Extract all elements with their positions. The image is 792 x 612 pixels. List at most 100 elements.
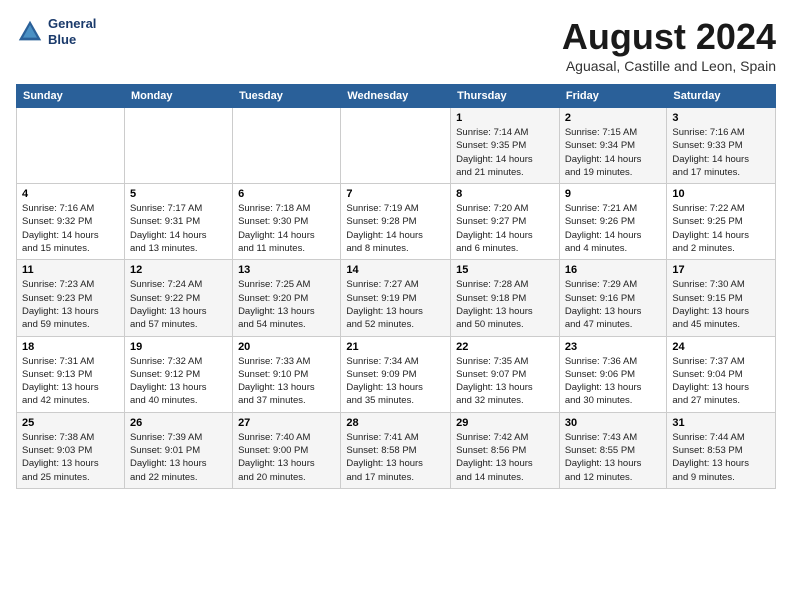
weekday-row: SundayMondayTuesdayWednesdayThursdayFrid… xyxy=(17,85,776,108)
calendar-cell: 7 Sunrise: 7:19 AMSunset: 9:28 PMDaylight… xyxy=(341,184,451,260)
calendar-cell: 3 Sunrise: 7:16 AMSunset: 9:33 PMDaylight… xyxy=(667,108,776,184)
day-info: Sunrise: 7:25 AMSunset: 9:20 PMDaylight:… xyxy=(238,278,335,331)
day-info: Sunrise: 7:37 AMSunset: 9:04 PMDaylight:… xyxy=(672,355,770,408)
day-info: Sunrise: 7:21 AMSunset: 9:26 PMDaylight:… xyxy=(565,202,662,255)
logo: General Blue xyxy=(16,16,96,47)
day-number: 2 xyxy=(565,112,662,124)
day-info: Sunrise: 7:35 AMSunset: 9:07 PMDaylight:… xyxy=(456,355,554,408)
day-info: Sunrise: 7:34 AMSunset: 9:09 PMDaylight:… xyxy=(346,355,445,408)
day-number: 14 xyxy=(346,264,445,276)
title-area: August 2024 Aguasal, Castille and Leon, … xyxy=(562,16,776,74)
day-info: Sunrise: 7:17 AMSunset: 9:31 PMDaylight:… xyxy=(130,202,227,255)
calendar-cell: 25 Sunrise: 7:38 AMSunset: 9:03 PMDayligh… xyxy=(17,412,125,488)
calendar-cell: 29 Sunrise: 7:42 AMSunset: 8:56 PMDayligh… xyxy=(451,412,560,488)
day-info: Sunrise: 7:29 AMSunset: 9:16 PMDaylight:… xyxy=(565,278,662,331)
day-number: 1 xyxy=(456,112,554,124)
calendar-cell: 21 Sunrise: 7:34 AMSunset: 9:09 PMDayligh… xyxy=(341,336,451,412)
day-number: 20 xyxy=(238,341,335,353)
calendar-cell: 19Sunrise: 7:32 AMSunset: 9:12 PMDayligh… xyxy=(124,336,232,412)
day-info: Sunrise: 7:19 AMSunset: 9:28 PMDaylight:… xyxy=(346,202,445,255)
calendar-cell: 8 Sunrise: 7:20 AMSunset: 9:27 PMDaylight… xyxy=(451,184,560,260)
calendar-cell: 17 Sunrise: 7:30 AMSunset: 9:15 PMDayligh… xyxy=(667,260,776,336)
day-number: 21 xyxy=(346,341,445,353)
day-info: Sunrise: 7:24 AMSunset: 9:22 PMDaylight:… xyxy=(130,278,227,331)
day-number: 11 xyxy=(22,264,119,276)
calendar-cell: 10 Sunrise: 7:22 AMSunset: 9:25 PMDayligh… xyxy=(667,184,776,260)
day-info: Sunrise: 7:23 AMSunset: 9:23 PMDaylight:… xyxy=(22,278,119,331)
calendar-cell: 20 Sunrise: 7:33 AMSunset: 9:10 PMDayligh… xyxy=(233,336,341,412)
calendar-cell: 1 Sunrise: 7:14 AMSunset: 9:35 PMDaylight… xyxy=(451,108,560,184)
month-title: August 2024 xyxy=(562,16,776,58)
day-info: Sunrise: 7:38 AMSunset: 9:03 PMDaylight:… xyxy=(22,431,119,484)
calendar-cell: 14 Sunrise: 7:27 AMSunset: 9:19 PMDayligh… xyxy=(341,260,451,336)
calendar-cell: 6 Sunrise: 7:18 AMSunset: 9:30 PMDaylight… xyxy=(233,184,341,260)
day-info: Sunrise: 7:14 AMSunset: 9:35 PMDaylight:… xyxy=(456,126,554,179)
logo-icon xyxy=(16,18,44,46)
weekday-header: Friday xyxy=(559,85,667,108)
calendar-cell: 12 Sunrise: 7:24 AMSunset: 9:22 PMDayligh… xyxy=(124,260,232,336)
calendar-cell: 16 Sunrise: 7:29 AMSunset: 9:16 PMDayligh… xyxy=(559,260,667,336)
calendar-cell: 13 Sunrise: 7:25 AMSunset: 9:20 PMDayligh… xyxy=(233,260,341,336)
weekday-header: Tuesday xyxy=(233,85,341,108)
day-info: Sunrise: 7:33 AMSunset: 9:10 PMDaylight:… xyxy=(238,355,335,408)
calendar-table: SundayMondayTuesdayWednesdayThursdayFrid… xyxy=(16,84,776,489)
day-number: 5 xyxy=(130,188,227,200)
day-info: Sunrise: 7:20 AMSunset: 9:27 PMDaylight:… xyxy=(456,202,554,255)
day-info: Sunrise: 7:30 AMSunset: 9:15 PMDaylight:… xyxy=(672,278,770,331)
day-number: 3 xyxy=(672,112,770,124)
day-number: 16 xyxy=(565,264,662,276)
day-info: Sunrise: 7:41 AMSunset: 8:58 PMDaylight:… xyxy=(346,431,445,484)
calendar-cell xyxy=(233,108,341,184)
day-number: 8 xyxy=(456,188,554,200)
calendar-cell: 5 Sunrise: 7:17 AMSunset: 9:31 PMDaylight… xyxy=(124,184,232,260)
day-number: 25 xyxy=(22,417,119,429)
day-info: Sunrise: 7:27 AMSunset: 9:19 PMDaylight:… xyxy=(346,278,445,331)
day-number: 6 xyxy=(238,188,335,200)
calendar-week-row: 4 Sunrise: 7:16 AMSunset: 9:32 PMDaylight… xyxy=(17,184,776,260)
day-number: 24 xyxy=(672,341,770,353)
calendar-cell: 2 Sunrise: 7:15 AMSunset: 9:34 PMDaylight… xyxy=(559,108,667,184)
day-info: Sunrise: 7:42 AMSunset: 8:56 PMDaylight:… xyxy=(456,431,554,484)
day-info: Sunrise: 7:32 AMSunset: 9:12 PMDaylight:… xyxy=(130,355,227,408)
calendar-header: SundayMondayTuesdayWednesdayThursdayFrid… xyxy=(17,85,776,108)
calendar-cell xyxy=(341,108,451,184)
calendar-cell: 4 Sunrise: 7:16 AMSunset: 9:32 PMDaylight… xyxy=(17,184,125,260)
calendar-cell xyxy=(124,108,232,184)
weekday-header: Saturday xyxy=(667,85,776,108)
day-info: Sunrise: 7:39 AMSunset: 9:01 PMDaylight:… xyxy=(130,431,227,484)
day-number: 4 xyxy=(22,188,119,200)
day-info: Sunrise: 7:22 AMSunset: 9:25 PMDaylight:… xyxy=(672,202,770,255)
calendar-cell: 9Sunrise: 7:21 AMSunset: 9:26 PMDaylight… xyxy=(559,184,667,260)
day-number: 30 xyxy=(565,417,662,429)
day-info: Sunrise: 7:43 AMSunset: 8:55 PMDaylight:… xyxy=(565,431,662,484)
day-number: 28 xyxy=(346,417,445,429)
location-subtitle: Aguasal, Castille and Leon, Spain xyxy=(562,58,776,74)
weekday-header: Sunday xyxy=(17,85,125,108)
day-info: Sunrise: 7:15 AMSunset: 9:34 PMDaylight:… xyxy=(565,126,662,179)
day-info: Sunrise: 7:31 AMSunset: 9:13 PMDaylight:… xyxy=(22,355,119,408)
calendar-cell: 28 Sunrise: 7:41 AMSunset: 8:58 PMDayligh… xyxy=(341,412,451,488)
day-info: Sunrise: 7:16 AMSunset: 9:33 PMDaylight:… xyxy=(672,126,770,179)
calendar-cell: 26Sunrise: 7:39 AMSunset: 9:01 PMDayligh… xyxy=(124,412,232,488)
day-number: 15 xyxy=(456,264,554,276)
weekday-header: Monday xyxy=(124,85,232,108)
day-info: Sunrise: 7:16 AMSunset: 9:32 PMDaylight:… xyxy=(22,202,119,255)
calendar-cell: 30 Sunrise: 7:43 AMSunset: 8:55 PMDayligh… xyxy=(559,412,667,488)
calendar-body: 1 Sunrise: 7:14 AMSunset: 9:35 PMDaylight… xyxy=(17,108,776,489)
day-number: 22 xyxy=(456,341,554,353)
day-number: 13 xyxy=(238,264,335,276)
calendar-cell: 27Sunrise: 7:40 AMSunset: 9:00 PMDayligh… xyxy=(233,412,341,488)
calendar-cell: 11 Sunrise: 7:23 AMSunset: 9:23 PMDayligh… xyxy=(17,260,125,336)
day-info: Sunrise: 7:36 AMSunset: 9:06 PMDaylight:… xyxy=(565,355,662,408)
day-number: 12 xyxy=(130,264,227,276)
calendar-week-row: 25 Sunrise: 7:38 AMSunset: 9:03 PMDayligh… xyxy=(17,412,776,488)
day-number: 17 xyxy=(672,264,770,276)
day-number: 7 xyxy=(346,188,445,200)
day-number: 29 xyxy=(456,417,554,429)
calendar-cell: 24 Sunrise: 7:37 AMSunset: 9:04 PMDayligh… xyxy=(667,336,776,412)
calendar-cell: 23Sunrise: 7:36 AMSunset: 9:06 PMDayligh… xyxy=(559,336,667,412)
calendar-cell: 18Sunrise: 7:31 AMSunset: 9:13 PMDayligh… xyxy=(17,336,125,412)
day-info: Sunrise: 7:18 AMSunset: 9:30 PMDaylight:… xyxy=(238,202,335,255)
day-number: 10 xyxy=(672,188,770,200)
weekday-header: Wednesday xyxy=(341,85,451,108)
